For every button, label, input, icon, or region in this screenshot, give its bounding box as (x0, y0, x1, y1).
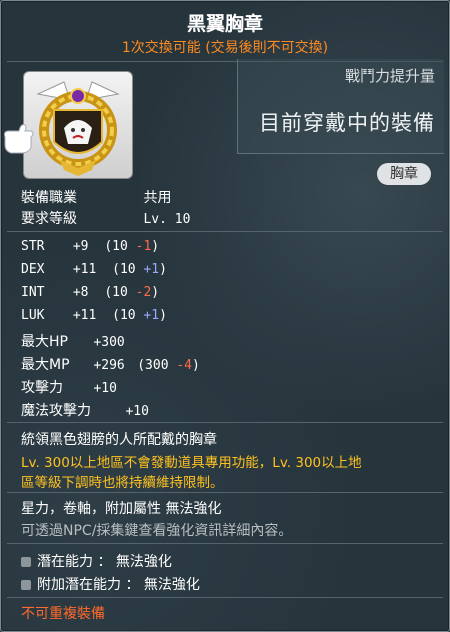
stat-row-int: INT +8 (10 -2) (21, 285, 159, 300)
stat-close: ) (159, 308, 167, 323)
stat-name: DEX (21, 262, 45, 277)
trade-note: 1次交換可能 (交易後則不可交換) (121, 40, 329, 56)
combat-power-value: 目前穿戴中的裝備 (259, 111, 435, 135)
potential-row: 潛在能力 ： 無法強化 (21, 551, 172, 571)
stat-base: +8 (72, 285, 89, 300)
stat-open: (10 (112, 262, 144, 277)
combat-power-label: 戰鬥力提升量 (344, 67, 435, 85)
job-value: 共用 (143, 190, 172, 206)
stat-close: ) (159, 262, 167, 277)
item-description: 統領黑色翅膀的人所配戴的胸章 (21, 432, 217, 448)
lock-icon (21, 580, 31, 590)
enhance-info-hint: 可透過NPC/採集鍵查看強化資訊詳細內容。 (21, 523, 293, 539)
mp-close: ) (192, 358, 200, 373)
stat-base: +11 (72, 308, 97, 323)
additional-potential-label: 附加潛在能力 ： 無法強化 (37, 577, 200, 593)
cursor-hand-icon (1, 119, 35, 159)
job-row: 裝備職業 共用 (21, 187, 171, 207)
level-label: 要求等級 (21, 211, 77, 227)
potential-label: 潛在能力 ： 無法強化 (37, 554, 172, 570)
stat-row-str: STR +9 (10 -1) (21, 239, 159, 254)
mp-open: (300 (137, 358, 177, 373)
stat-row-dex: DEX +11 (10 +1) (21, 262, 167, 277)
atk-label: 攻擊力 (21, 380, 63, 396)
enhance-status: 星力，卷軸，附加屬性 無法強化 (21, 501, 222, 517)
stat-row-luk: LUK +11 (10 +1) (21, 308, 167, 323)
item-tooltip: 黑翼胸章 1次交換可能 (交易後則不可交換) 戰鬥力提升量 目前穿戴中的裝備 胸… (0, 0, 450, 632)
stat-close: ) (151, 239, 160, 254)
mp-label: 最大MP (21, 357, 70, 373)
stat-row-atk: 攻擊力 +10 (21, 377, 117, 397)
stat-mod: +1 (143, 308, 160, 323)
mp-value: +296 (93, 358, 125, 373)
hp-label: 最大HP (21, 334, 68, 350)
level-row: 要求等級 Lv. 10 (21, 208, 190, 228)
hp-value: +300 (93, 335, 125, 350)
divider (7, 492, 443, 493)
category-badge: 胸章 (377, 163, 431, 185)
additional-potential-row: 附加潛在能力 ： 無法強化 (21, 574, 200, 594)
level-restriction-warning-2: 區等級下調時也將持續維持限制。 (21, 475, 224, 491)
level-value: Lv. 10 (143, 212, 191, 227)
stat-open: (10 (104, 239, 136, 254)
stat-row-matk: 魔法攻擊力 +10 (21, 400, 149, 420)
item-icon-frame (23, 71, 133, 179)
stat-name: INT (21, 285, 45, 300)
atk-value: +10 (93, 381, 117, 396)
matk-value: +10 (125, 404, 149, 419)
divider (7, 543, 443, 544)
black-wing-medal-icon (36, 81, 120, 176)
divider (7, 422, 443, 423)
divider (7, 597, 443, 598)
stat-name: LUK (21, 308, 45, 323)
stat-mod: -1 (135, 239, 152, 254)
stat-base: +11 (72, 262, 97, 277)
stat-base: +9 (72, 239, 89, 254)
stat-row-hp: 最大HP +300 (21, 331, 125, 351)
matk-label: 魔法攻擊力 (21, 403, 91, 419)
level-restriction-warning-1: Lv. 300以上地區不會發動道具專用功能，Lv. 300以上地 (21, 455, 362, 471)
item-title: 黑翼胸章 (186, 13, 263, 35)
stat-close: ) (151, 285, 160, 300)
stat-mod: -2 (135, 285, 152, 300)
stat-open: (10 (112, 308, 144, 323)
divider (7, 231, 443, 232)
stat-open: (10 (104, 285, 136, 300)
stat-name: STR (21, 239, 45, 254)
stat-mod: +1 (143, 262, 160, 277)
lock-icon (21, 557, 31, 567)
no-duplicate-equip-note: 不可重複裝備 (21, 606, 105, 622)
stat-row-mp: 最大MP +296 (300 -4) (21, 354, 200, 374)
job-label: 裝備職業 (21, 190, 77, 206)
mp-mod: -4 (176, 358, 193, 373)
